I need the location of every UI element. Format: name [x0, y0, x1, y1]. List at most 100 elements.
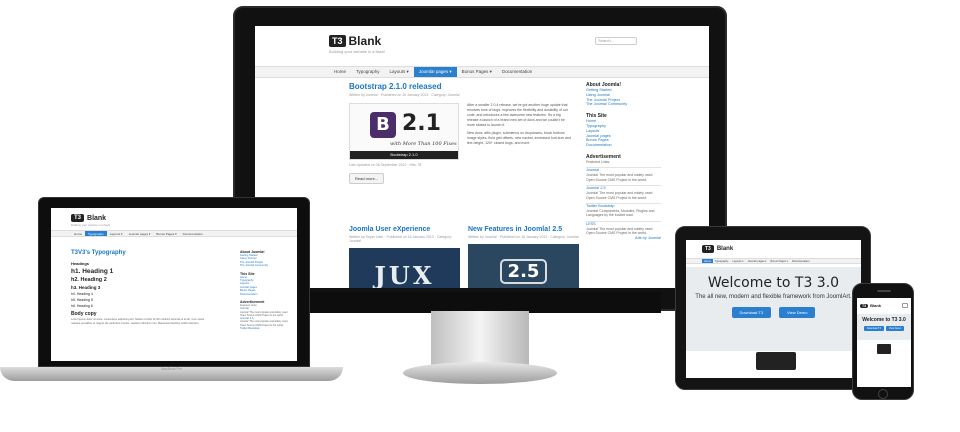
heading-6: h6. Heading 6: [71, 304, 93, 308]
article-body: B 2.1 with More Than 100 Fixes Bootstrap…: [349, 103, 574, 160]
view-demo-button[interactable]: View Demo: [885, 326, 905, 331]
sidebar-link[interactable]: Documentation: [240, 293, 292, 296]
main-nav: Home Typography Layouts ▾ Joomla! pages …: [51, 230, 297, 237]
nav-home[interactable]: Home: [329, 67, 351, 77]
download-button[interactable]: Download T3: [863, 326, 884, 331]
site-slogan: Building your website in a flash!: [329, 49, 386, 54]
nav-documentation[interactable]: Documentation: [790, 259, 811, 263]
responsive-showcase: T3 Blank Building your website in a flas…: [0, 0, 960, 432]
body-text: Lorem ipsum dolor sit amet, consectetur …: [71, 318, 205, 325]
read-more-button[interactable]: Read more...: [349, 173, 385, 184]
heading-5: h5. Heading 5: [71, 298, 93, 302]
heading-4: h4. Heading 4: [71, 292, 93, 296]
image-caption: Bootstrap 2.1.0: [350, 151, 458, 159]
site-header: T3 Blank: [686, 240, 861, 258]
main-nav: Home Typography Layouts ▾ Joomla! pages …: [686, 258, 861, 264]
ad-link[interactable]: Twitter Bootstrap: [240, 327, 292, 330]
article-meta: Written by Joomla! · Published on 16 Jan…: [349, 93, 460, 97]
article-columns: Joomla User eXperience Written by Super …: [349, 226, 579, 288]
sidebar-link[interactable]: The Joomla! Community: [586, 102, 661, 107]
hero-buttons: Download T3 View Demo: [686, 307, 861, 318]
heading-2: h2. Heading 2: [71, 277, 107, 283]
article-column: New Features in Joomla! 2.5 Written by J…: [468, 226, 579, 288]
article-title[interactable]: New Features in Joomla! 2.5: [468, 226, 579, 233]
nav-layouts[interactable]: Layouts ▾: [385, 67, 414, 77]
nav-joomla-pages[interactable]: Joomla! pages ▾: [746, 259, 769, 263]
nav-home[interactable]: Home: [71, 231, 85, 236]
laptop-lid: T3 Blank Building your website in a flas…: [38, 197, 310, 367]
article-paragraph: New docs, affix plugin, submenus on drop…: [467, 131, 571, 145]
article-title[interactable]: Joomla User eXperience: [349, 226, 460, 233]
nav-typography[interactable]: Typography: [351, 67, 385, 77]
nav-documentation[interactable]: Documentation: [180, 231, 206, 236]
sidebar: About Joomla! Getting Started Using Joom…: [240, 250, 292, 330]
phone-speaker: [877, 290, 891, 292]
view-demo-button[interactable]: View Demo: [779, 307, 816, 318]
imac-stand: [431, 311, 529, 369]
devices-image: [756, 352, 796, 370]
ad-featured-label: Featured Links:: [586, 159, 611, 164]
nav-bonus-pages[interactable]: Bonus Pages ▾: [457, 67, 497, 77]
site-logo[interactable]: T3 Blank: [71, 214, 297, 222]
nav-bonus-pages[interactable]: Bonus Pages ▾: [769, 259, 790, 263]
article-column: Joomla User eXperience Written by Super …: [349, 226, 460, 288]
heading-3: h3. Heading 3: [71, 285, 101, 290]
bootstrap-image: B 2.1 with More Than 100 Fixes Bootstrap…: [349, 103, 459, 160]
bootstrap-logo-icon: B: [370, 112, 396, 138]
joomla-25-image: 2.5: [468, 244, 579, 288]
download-button[interactable]: Download T3: [731, 307, 772, 318]
site-header: T3 Blank: [857, 298, 911, 310]
t3-logo-icon: T3: [702, 245, 714, 253]
nav-layouts[interactable]: Layouts ▾: [107, 231, 126, 236]
menu-toggle-icon[interactable]: [902, 303, 908, 308]
nav-home[interactable]: Home: [702, 259, 713, 263]
ad-text: Joomla! The most popular and widely used…: [586, 226, 653, 236]
phone-screen: T3 Blank Welcome to T3 3.0 Download T3 V…: [857, 298, 911, 387]
logo-name: Blank: [870, 303, 881, 308]
jux-text: JUX: [374, 260, 435, 289]
nav-typography[interactable]: Typography: [85, 231, 107, 236]
laptop-screen: T3 Blank Building your website in a flas…: [51, 208, 297, 361]
ad-text: Joomla! The most popular and widely used…: [586, 173, 653, 182]
article-title[interactable]: Bootstrap 2.1.0 released: [349, 82, 574, 91]
article-meta: Written by Super User · Published on 16 …: [349, 235, 453, 243]
main-content: Bootstrap 2.1.0 released Written by Joom…: [349, 82, 574, 185]
ad-text: Joomla! Components, Modules, Plugins and…: [586, 208, 655, 218]
nav-joomla-pages[interactable]: Joomla! pages ▾: [413, 67, 457, 77]
tablet-screen: T3 Blank Home Typography Layouts ▾ Jooml…: [686, 240, 861, 378]
site-logo[interactable]: T3 Blank: [329, 34, 709, 48]
site-logo[interactable]: T3 Blank: [702, 245, 861, 253]
hero-title: Welcome to T3 3.0: [707, 275, 840, 291]
sidebar: About Joomla! Getting Started Using Joom…: [586, 82, 661, 240]
home-button[interactable]: [878, 389, 888, 399]
phone-device: T3 Blank Welcome to T3 3.0 Download T3 V…: [852, 283, 914, 400]
version-text: 2.5: [499, 258, 548, 284]
article-meta: Written by Joomla! · Published on 16 Jan…: [468, 235, 579, 239]
laptop-brand: MacBook Pro: [160, 367, 182, 371]
nav-joomla-pages[interactable]: Joomla! pages ▾: [126, 231, 154, 236]
site-slogan: Building your website in a flash!: [71, 223, 111, 227]
nav-bonus-pages[interactable]: Bonus Pages ▾: [153, 231, 179, 236]
bootstrap-version: 2.1: [402, 111, 441, 136]
logo-name: Blank: [348, 34, 382, 48]
ad-text: Joomla! The most popular and widely used…: [586, 191, 653, 200]
heading-1: h1. Heading 1: [71, 268, 114, 275]
nav-layouts[interactable]: Layouts ▾: [730, 259, 745, 263]
article-text: After a smaller 2.0.4 release, we've got…: [467, 103, 572, 160]
nav-documentation[interactable]: Documentation: [497, 67, 537, 77]
imac-foot: [403, 362, 557, 384]
article-paragraph: After a smaller 2.0.4 release, we've got…: [467, 103, 568, 127]
hero-section: Welcome to T3 3.0 Download T3 View Demo: [857, 314, 911, 340]
search-input[interactable]: Search...: [595, 37, 637, 45]
site-header: T3 Blank Building your website in a flas…: [51, 208, 297, 230]
hero-section: Welcome to T3 3.0 The all new, modern an…: [686, 267, 861, 351]
logo-name: Blank: [87, 214, 107, 222]
jux-image: JUX: [349, 248, 460, 288]
hero-buttons: Download T3 View Demo: [857, 326, 911, 331]
nav-typography[interactable]: Typography: [713, 259, 731, 263]
ads-by-link[interactable]: Ads by Joomla!: [586, 236, 661, 241]
sidebar-link[interactable]: The Joomla! Community: [240, 264, 292, 267]
article-updated: Last Updated on 06 September 2012 · Hits…: [349, 163, 422, 167]
site-header: T3 Blank Building your website in a flas…: [255, 26, 709, 66]
sidebar-link[interactable]: Documentation: [586, 143, 661, 148]
